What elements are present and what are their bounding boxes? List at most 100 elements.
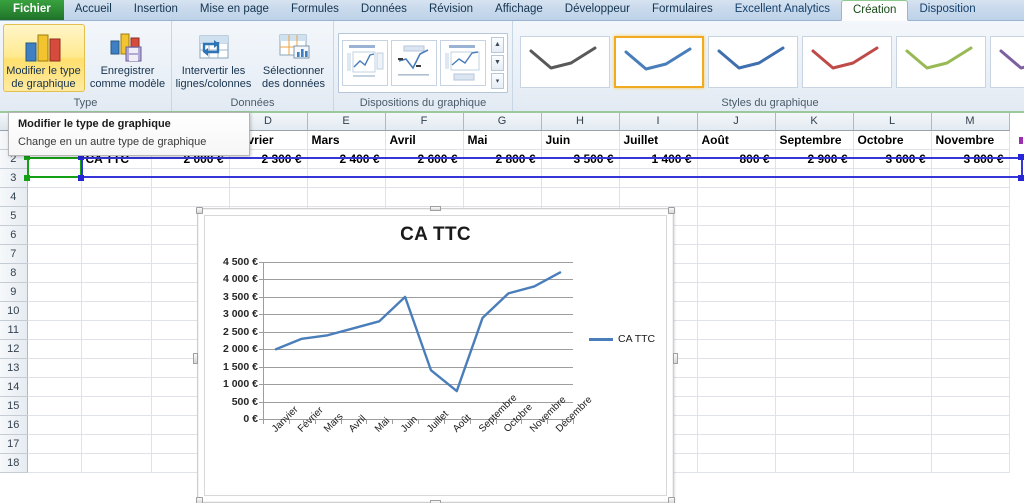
column-header-H[interactable]: H bbox=[541, 113, 620, 131]
cell-E3[interactable] bbox=[307, 168, 386, 188]
cell-A16[interactable] bbox=[27, 415, 82, 435]
cell-B9[interactable] bbox=[81, 282, 152, 302]
cell-B17[interactable] bbox=[81, 434, 152, 454]
cell-M9[interactable] bbox=[931, 282, 1010, 302]
tab-excellent-analytics[interactable]: Excellent Analytics bbox=[724, 0, 841, 20]
cell-J9[interactable] bbox=[697, 282, 776, 302]
cell-A13[interactable] bbox=[27, 358, 82, 378]
cell-B11[interactable] bbox=[81, 320, 152, 340]
cell-L7[interactable] bbox=[853, 244, 932, 264]
cell-A12[interactable] bbox=[27, 339, 82, 359]
cell-M5[interactable] bbox=[931, 206, 1010, 226]
cell-A3[interactable] bbox=[27, 168, 82, 188]
tab-insertion[interactable]: Insertion bbox=[123, 0, 189, 20]
cell-K4[interactable] bbox=[775, 187, 854, 207]
chart-layout-thumb-2[interactable] bbox=[391, 39, 437, 86]
cell-A9[interactable] bbox=[27, 282, 82, 302]
cell-K17[interactable] bbox=[775, 434, 854, 454]
cell-K7[interactable] bbox=[775, 244, 854, 264]
intervertir-lignes-colonnes-button[interactable]: Intervertir les lignes/colonnes bbox=[174, 24, 254, 92]
cell-J5[interactable] bbox=[697, 206, 776, 226]
cell-D4[interactable] bbox=[229, 187, 308, 207]
cell-D3[interactable] bbox=[229, 168, 308, 188]
enregistrer-comme-modele-button[interactable]: Enregistrer comme modèle bbox=[87, 24, 169, 92]
row-header-17[interactable]: 17 bbox=[0, 434, 28, 454]
cell-L6[interactable] bbox=[853, 225, 932, 245]
cell-A11[interactable] bbox=[27, 320, 82, 340]
column-header-I[interactable]: I bbox=[619, 113, 698, 131]
row-header-9[interactable]: 9 bbox=[0, 282, 28, 302]
cell-M13[interactable] bbox=[931, 358, 1010, 378]
cell-M16[interactable] bbox=[931, 415, 1010, 435]
chart-layout-thumb-3[interactable] bbox=[440, 39, 486, 86]
cell-B10[interactable] bbox=[81, 301, 152, 321]
chart-handle-left-middle[interactable] bbox=[193, 353, 198, 364]
cell-K8[interactable] bbox=[775, 263, 854, 283]
cell-E2[interactable]: 2 400 € bbox=[307, 149, 386, 169]
cell-M3[interactable] bbox=[931, 168, 1010, 188]
cell-L10[interactable] bbox=[853, 301, 932, 321]
cell-L1[interactable]: Octobre bbox=[853, 130, 932, 150]
cell-M10[interactable] bbox=[931, 301, 1010, 321]
tab-fichier[interactable]: Fichier bbox=[0, 0, 64, 20]
cell-I1[interactable]: Juillet bbox=[619, 130, 698, 150]
cell-E1[interactable]: Mars bbox=[307, 130, 386, 150]
cell-M1[interactable]: Novembre bbox=[931, 130, 1010, 150]
cell-J17[interactable] bbox=[697, 434, 776, 454]
row-header-14[interactable]: 14 bbox=[0, 377, 28, 397]
cell-K1[interactable]: Septembre bbox=[775, 130, 854, 150]
cell-B18[interactable] bbox=[81, 453, 152, 473]
selection-handle-label-bottom-left[interactable] bbox=[24, 175, 30, 181]
cell-L12[interactable] bbox=[853, 339, 932, 359]
cell-A6[interactable] bbox=[27, 225, 82, 245]
column-header-K[interactable]: K bbox=[775, 113, 854, 131]
cell-A17[interactable] bbox=[27, 434, 82, 454]
cell-L16[interactable] bbox=[853, 415, 932, 435]
cell-K13[interactable] bbox=[775, 358, 854, 378]
chart-legend[interactable]: CA TTC bbox=[589, 333, 655, 345]
cell-M8[interactable] bbox=[931, 263, 1010, 283]
cell-G1[interactable]: Mai bbox=[463, 130, 542, 150]
cell-A14[interactable] bbox=[27, 377, 82, 397]
cell-C4[interactable] bbox=[151, 187, 230, 207]
cell-M12[interactable] bbox=[931, 339, 1010, 359]
cell-B12[interactable] bbox=[81, 339, 152, 359]
cell-B13[interactable] bbox=[81, 358, 152, 378]
chart-handle-bottom-right[interactable] bbox=[668, 497, 675, 503]
row-header-11[interactable]: 11 bbox=[0, 320, 28, 340]
cell-B8[interactable] bbox=[81, 263, 152, 283]
column-header-L[interactable]: L bbox=[853, 113, 932, 131]
cell-K10[interactable] bbox=[775, 301, 854, 321]
cell-L15[interactable] bbox=[853, 396, 932, 416]
cell-A15[interactable] bbox=[27, 396, 82, 416]
chart-style-gallery[interactable] bbox=[517, 33, 1024, 91]
row-header-15[interactable]: 15 bbox=[0, 396, 28, 416]
chart-style-style-blue[interactable] bbox=[708, 35, 798, 88]
cell-J10[interactable] bbox=[697, 301, 776, 321]
row-header-7[interactable]: 7 bbox=[0, 244, 28, 264]
cell-M11[interactable] bbox=[931, 320, 1010, 340]
row-header-8[interactable]: 8 bbox=[0, 263, 28, 283]
cell-L8[interactable] bbox=[853, 263, 932, 283]
chart-layout-gallery[interactable]: ▲ ▼ ▾ bbox=[338, 32, 508, 93]
cell-E4[interactable] bbox=[307, 187, 386, 207]
cell-K14[interactable] bbox=[775, 377, 854, 397]
cell-L18[interactable] bbox=[853, 453, 932, 473]
cell-I4[interactable] bbox=[619, 187, 698, 207]
row-header-4[interactable]: 4 bbox=[0, 187, 28, 207]
cell-J8[interactable] bbox=[697, 263, 776, 283]
cell-B4[interactable] bbox=[81, 187, 152, 207]
chart-style-style-green[interactable] bbox=[896, 35, 986, 88]
cell-M4[interactable] bbox=[931, 187, 1010, 207]
scroll-down-button[interactable]: ▼ bbox=[491, 54, 504, 71]
cell-L17[interactable] bbox=[853, 434, 932, 454]
column-header-J[interactable]: J bbox=[697, 113, 776, 131]
cell-B3[interactable] bbox=[81, 168, 152, 188]
cell-J16[interactable] bbox=[697, 415, 776, 435]
cell-M18[interactable] bbox=[931, 453, 1010, 473]
chart-style-style-blue-selected[interactable] bbox=[614, 35, 704, 88]
selectionner-des-donnees-button[interactable]: Sélectionner des données bbox=[256, 24, 332, 92]
cell-F3[interactable] bbox=[385, 168, 464, 188]
tab-cr-ation[interactable]: Création bbox=[840, 0, 909, 21]
tab-r-vision[interactable]: Révision bbox=[418, 0, 484, 20]
